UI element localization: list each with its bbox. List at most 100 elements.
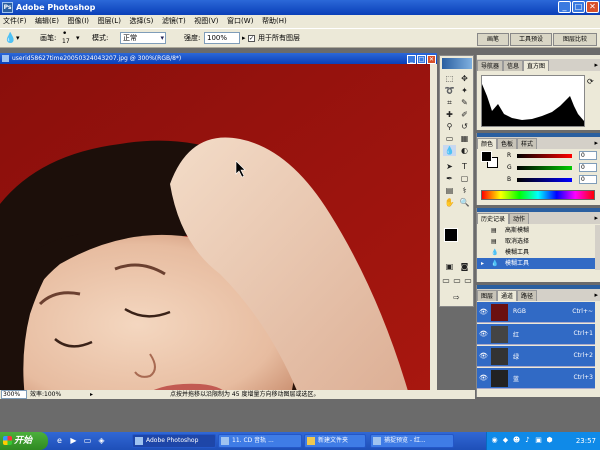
- panel-menu-icon[interactable]: ▸: [594, 214, 598, 222]
- tab-info[interactable]: 信息: [503, 60, 524, 71]
- menu-edit[interactable]: 编辑(E): [32, 15, 62, 28]
- history-item[interactable]: 💧 模糊工具: [477, 247, 595, 258]
- standard-mode-icon[interactable]: ▣: [443, 261, 456, 272]
- tray-network-icon[interactable]: ◉: [490, 436, 499, 445]
- history-item-selected[interactable]: ▸ 💧 模糊工具: [477, 258, 595, 269]
- eye-icon[interactable]: 👁: [479, 374, 488, 382]
- fg-color-chip[interactable]: [481, 151, 492, 162]
- history-item[interactable]: ▤ 取消选择: [477, 236, 595, 247]
- tab-color[interactable]: 颜色: [477, 138, 498, 149]
- all-layers-checkbox[interactable]: ✓: [248, 35, 255, 42]
- task-cd-player[interactable]: 11. CD 音轨 ...: [218, 434, 302, 448]
- menu-filter[interactable]: 滤镜(T): [159, 15, 189, 28]
- jump-to-imageready-icon[interactable]: ⇨: [450, 292, 463, 303]
- tab-brushes[interactable]: 画笔: [477, 33, 509, 46]
- slider-g[interactable]: G 0: [507, 163, 597, 173]
- history-scrollbar[interactable]: [595, 225, 600, 270]
- tab-histogram[interactable]: 直方图: [523, 60, 550, 71]
- brush-tool-icon[interactable]: ✐: [458, 109, 471, 120]
- tray-app-icon[interactable]: ◆: [501, 436, 510, 445]
- screen-mode-1-icon[interactable]: ▭: [441, 275, 451, 286]
- tab-channels[interactable]: 通道: [497, 290, 518, 301]
- foreground-color-swatch[interactable]: [444, 228, 458, 242]
- history-item[interactable]: ▤ 高斯模糊: [477, 225, 595, 236]
- gradient-tool-icon[interactable]: ▦: [458, 133, 471, 144]
- history-brush-icon[interactable]: ↺: [458, 121, 471, 132]
- eraser-tool-icon[interactable]: ▭: [443, 133, 456, 144]
- eye-icon[interactable]: 👁: [479, 352, 488, 360]
- tab-actions[interactable]: 动作: [509, 213, 530, 224]
- media-player-icon[interactable]: ▶: [68, 435, 79, 446]
- path-select-icon[interactable]: ➤: [443, 161, 456, 172]
- mode-select[interactable]: 正常 ▾: [120, 32, 166, 44]
- hand-tool-icon[interactable]: ✋: [443, 197, 456, 208]
- tab-paths[interactable]: 路径: [517, 290, 538, 301]
- menu-layer[interactable]: 图层(L): [95, 15, 124, 28]
- panel-menu-icon[interactable]: ▸: [594, 139, 598, 147]
- tab-layers[interactable]: 图层: [477, 290, 498, 301]
- status-arrow-icon[interactable]: ▸: [90, 390, 93, 399]
- slider-b[interactable]: B 0: [507, 175, 597, 185]
- start-button[interactable]: 开始: [0, 432, 48, 450]
- slider-b-track[interactable]: [517, 178, 572, 182]
- brush-dropdown-icon[interactable]: ▾: [76, 32, 80, 45]
- move-tool-icon[interactable]: ✥: [458, 73, 471, 84]
- stamp-tool-icon[interactable]: ⚲: [443, 121, 456, 132]
- color-spectrum-bar[interactable]: [481, 190, 595, 200]
- menu-image[interactable]: 图像(I): [64, 15, 92, 28]
- menu-file[interactable]: 文件(F): [0, 15, 30, 28]
- tray-qq-icon[interactable]: ☻: [512, 436, 521, 445]
- strength-arrow-icon[interactable]: ▸: [242, 32, 246, 45]
- panel-menu-icon[interactable]: ▸: [594, 291, 598, 299]
- type-tool-icon[interactable]: T: [458, 161, 471, 172]
- doc-close-button[interactable]: ✕: [427, 55, 436, 64]
- eyedropper-icon[interactable]: ⚕: [458, 185, 471, 196]
- channel-row-rgb[interactable]: 👁 RGB Ctrl+~: [477, 302, 595, 323]
- task-folder[interactable]: 新建文件夹: [304, 434, 366, 448]
- blur-tool-icon[interactable]: 💧: [443, 145, 456, 156]
- quick-mask-icon[interactable]: ◙: [458, 261, 471, 272]
- show-desktop-icon[interactable]: ▭: [82, 435, 93, 446]
- task-photoshop[interactable]: Adobe Photoshop: [132, 434, 216, 448]
- menu-window[interactable]: 窗口(W): [224, 15, 256, 28]
- slider-r-value[interactable]: 0: [579, 151, 597, 160]
- eye-icon[interactable]: 👁: [479, 308, 488, 316]
- magic-wand-icon[interactable]: ✦: [458, 85, 471, 96]
- menu-select[interactable]: 选择(S): [126, 15, 156, 28]
- slider-b-value[interactable]: 0: [579, 175, 597, 184]
- tool-preset-dropdown-icon[interactable]: ▾: [16, 32, 20, 45]
- maximize-button[interactable]: □: [572, 1, 585, 13]
- histogram-refresh-icon[interactable]: ⟳: [587, 77, 594, 86]
- marquee-tool-icon[interactable]: ⬚: [443, 73, 456, 84]
- close-button[interactable]: ✕: [586, 1, 599, 13]
- document-title-bar[interactable]: userid58627time20050324043207.jpg @ 300%…: [0, 53, 437, 64]
- pen-tool-icon[interactable]: ✒: [443, 173, 456, 184]
- lasso-tool-icon[interactable]: ➰: [443, 85, 456, 96]
- dodge-tool-icon[interactable]: ◐: [458, 145, 471, 156]
- zoom-tool-icon[interactable]: 🔍: [458, 197, 471, 208]
- ie-icon[interactable]: e: [54, 435, 65, 446]
- menu-view[interactable]: 视图(V): [191, 15, 221, 28]
- menu-help[interactable]: 帮助(H): [259, 15, 290, 28]
- tab-tool-presets[interactable]: 工具预设: [510, 33, 552, 46]
- slider-g-track[interactable]: [517, 166, 572, 170]
- notes-tool-icon[interactable]: ▤: [443, 185, 456, 196]
- slice-tool-icon[interactable]: ✎: [458, 97, 471, 108]
- doc-maximize-button[interactable]: □: [417, 55, 426, 64]
- tab-navigator[interactable]: 导航器: [477, 60, 504, 71]
- shape-tool-icon[interactable]: ▢: [458, 173, 471, 184]
- image-canvas[interactable]: [0, 64, 430, 398]
- strength-input[interactable]: 100%: [204, 32, 240, 44]
- crop-tool-icon[interactable]: ⌗: [443, 97, 456, 108]
- screen-mode-2-icon[interactable]: ▭: [452, 275, 462, 286]
- slider-r-track[interactable]: [517, 154, 572, 158]
- tab-history[interactable]: 历史记录: [477, 213, 510, 224]
- task-capture-preview[interactable]: 捕捉预览 - 红...: [370, 434, 454, 448]
- doc-minimize-button[interactable]: _: [407, 55, 416, 64]
- clock[interactable]: 23:57: [576, 432, 596, 450]
- slider-r[interactable]: R 0: [507, 151, 597, 161]
- healing-brush-icon[interactable]: ✚: [443, 109, 456, 120]
- tab-layer-comps[interactable]: 图层比较: [553, 33, 597, 46]
- channel-row-green[interactable]: 👁 绿 Ctrl+2: [477, 346, 595, 367]
- tab-swatches[interactable]: 色板: [497, 138, 518, 149]
